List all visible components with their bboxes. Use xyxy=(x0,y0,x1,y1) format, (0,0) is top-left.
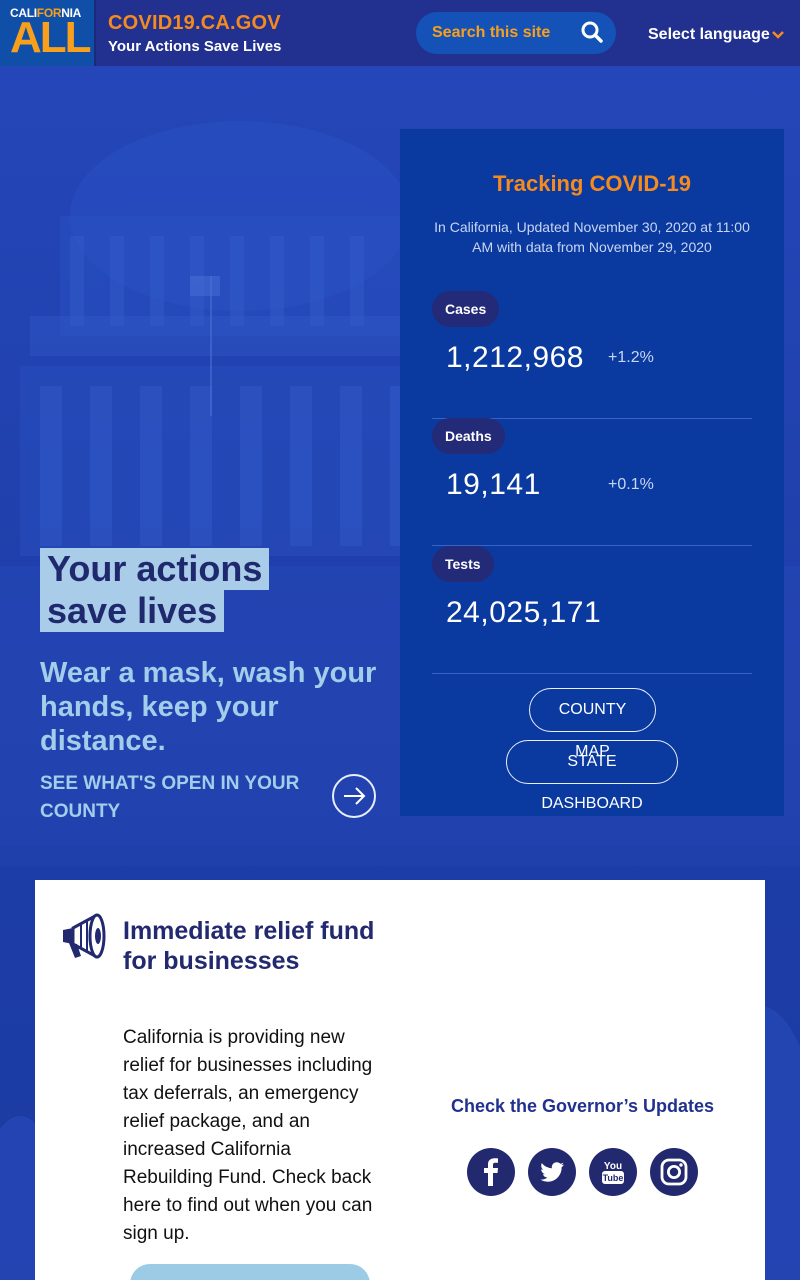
stat-deaths: Deaths 19,141 +0.1% xyxy=(432,418,752,546)
county-open-link[interactable]: SEE WHAT'S OPEN IN YOUR COUNTY xyxy=(40,770,300,826)
hero-headline-line1: Your actions xyxy=(40,548,270,590)
chevron-down-icon[interactable] xyxy=(772,31,784,39)
arrow-right-icon xyxy=(344,787,366,805)
search-input[interactable] xyxy=(432,21,582,45)
stat-cases: Cases 1,212,968 +1.2% xyxy=(432,291,752,419)
stat-change: +1.2% xyxy=(608,349,654,366)
governor-updates-title: Check the Governor’s Updates xyxy=(450,1096,715,1116)
stat-value: 19,141 xyxy=(446,468,541,501)
tracking-panel: Tracking COVID-19 In California, Updated… xyxy=(400,129,784,816)
logo-all-text: ALL xyxy=(10,13,92,62)
arrow-right-button[interactable] xyxy=(332,774,376,818)
hero-headline-line2: save lives xyxy=(40,590,225,632)
search-icon[interactable] xyxy=(581,21,603,43)
instagram-link[interactable] xyxy=(650,1148,698,1196)
svg-text:You: You xyxy=(604,1161,622,1172)
stat-change: +0.1% xyxy=(608,476,654,493)
site-title[interactable]: COVID19.CA.GOV xyxy=(108,12,281,35)
svg-text:Tube: Tube xyxy=(603,1173,624,1183)
youtube-icon: You Tube xyxy=(602,1161,624,1184)
site-header: CALIFORNIA ALL COVID19.CA.GOV Your Actio… xyxy=(0,0,800,66)
california-all-logo[interactable]: CALIFORNIA ALL xyxy=(0,0,96,66)
stat-label: Deaths xyxy=(432,418,505,454)
tracking-updated: In California, Updated November 30, 2020… xyxy=(434,219,750,255)
county-map-button[interactable]: COUNTY MAP xyxy=(529,688,656,760)
hero-subheadline: Wear a mask, wash your hands, keep your … xyxy=(40,657,377,757)
twitter-link[interactable] xyxy=(528,1148,576,1196)
stat-tests: Tests 24,025,171 xyxy=(432,546,752,674)
state-dashboard-button[interactable]: STATE DASHBOARD xyxy=(506,740,678,812)
instagram-icon xyxy=(660,1158,688,1186)
card-action-button[interactable] xyxy=(130,1264,370,1280)
facebook-icon xyxy=(484,1158,498,1186)
relief-fund-card: Immediate relief fund for businesses Cal… xyxy=(35,880,765,1280)
facebook-link[interactable] xyxy=(467,1148,515,1196)
language-select[interactable]: Select language xyxy=(648,26,770,44)
stat-value: 24,025,171 xyxy=(446,596,602,629)
twitter-icon xyxy=(540,1162,564,1182)
card-body: California is providing new relief for b… xyxy=(123,1027,373,1244)
hero-headline: Your actions save lives xyxy=(40,548,270,632)
stat-label: Tests xyxy=(432,546,494,582)
tracking-title: Tracking COVID-19 xyxy=(492,171,692,196)
megaphone-icon xyxy=(63,913,106,959)
site-tagline: Your Actions Save Lives xyxy=(108,38,282,55)
youtube-link[interactable]: You Tube xyxy=(589,1148,637,1196)
stat-value: 1,212,968 xyxy=(446,341,584,374)
card-title: Immediate relief fund for businesses xyxy=(123,917,375,975)
stat-label: Cases xyxy=(432,291,500,327)
